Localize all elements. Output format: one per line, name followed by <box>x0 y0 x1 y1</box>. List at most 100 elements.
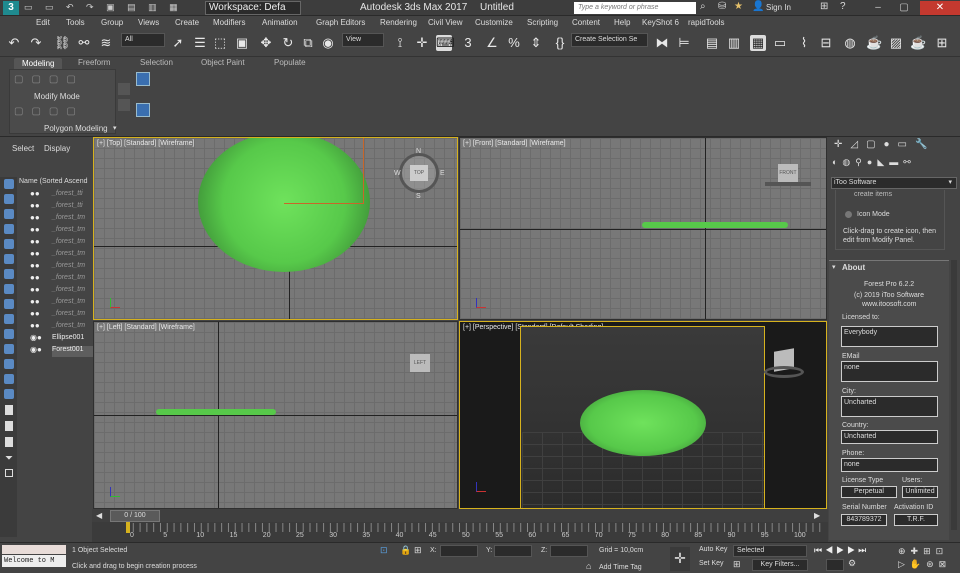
scale-icon[interactable]: ⧉ <box>300 35 316 51</box>
time-config-icon[interactable]: ⚙ <box>848 558 856 569</box>
redo-icon[interactable]: ↷ <box>28 35 44 51</box>
filter-none-icon[interactable] <box>4 374 14 384</box>
undo-icon[interactable]: ↶ <box>6 35 22 51</box>
find-icon[interactable] <box>5 469 13 477</box>
users-field[interactable]: Unlimited <box>902 486 938 498</box>
viewport-front-label[interactable]: [+] [Front] [Standard] [Wireframe] <box>463 140 566 147</box>
isolate-icon[interactable]: ⊡ <box>380 545 388 556</box>
add-key-button[interactable]: ✛ <box>670 547 690 571</box>
time-slider-right-arrow[interactable]: ▶ <box>814 511 824 521</box>
menu-views[interactable]: Views <box>138 18 159 27</box>
modify-mode-icons[interactable]: ▢▢▢▢ <box>14 74 112 88</box>
viewcube-left[interactable]: LEFT <box>410 354 430 372</box>
search-input[interactable]: Type a keyword or phrase <box>574 2 696 14</box>
maxscript-listener[interactable]: Welcome to M <box>2 555 66 567</box>
visibility-icons[interactable]: ●● ●● ●● ●● ●● ●● ●● ●● ●● ●● ●● ●● ◉● ◉● <box>30 188 50 354</box>
align-icon[interactable]: ⊨ <box>676 35 692 51</box>
plugin-dropdown[interactable]: iToo Software ▾ <box>831 177 957 189</box>
viewport-front[interactable]: [+] [Front] [Standard] [Wireframe] FRONT <box>459 137 827 320</box>
modify-mode-icons-row2[interactable]: ▢▢▢▢ <box>14 106 112 120</box>
maxscript-top[interactable] <box>2 545 66 554</box>
toggle-layer-icon[interactable]: ▥ <box>726 35 742 51</box>
menu-customize[interactable]: Customize <box>475 18 513 27</box>
cmdpanel-scrollbar[interactable] <box>951 260 957 530</box>
workspace-dropdown[interactable]: Workspace: Defa <box>205 1 301 15</box>
minimize-button[interactable]: – <box>866 1 890 15</box>
place-icon[interactable]: ◉ <box>320 35 336 51</box>
menu-graph-editors[interactable]: Graph Editors <box>316 18 365 27</box>
city-field[interactable]: Uncharted <box>841 396 938 417</box>
icon-mode-label[interactable]: Icon Mode <box>857 211 890 218</box>
select-by-name-icon[interactable]: ☰ <box>192 35 208 51</box>
unlink-icon[interactable]: ⚯ <box>76 35 92 51</box>
filter-groups-icon[interactable] <box>4 269 14 279</box>
funnel-icon[interactable]: ⏷ <box>5 453 13 464</box>
about-toggle[interactable]: ▾ <box>832 263 836 271</box>
sort-icon[interactable] <box>5 437 13 447</box>
viewport-top-label[interactable]: [+] [Top] [Standard] [Wireframe] <box>97 140 194 147</box>
polygon-modeling-label[interactable]: Polygon Modeling <box>44 124 108 133</box>
y-coordinate-field[interactable] <box>494 545 532 557</box>
sign-in-link[interactable]: Sign In <box>766 3 791 12</box>
key-filters-button[interactable]: Key Filters... <box>752 559 808 571</box>
side-button-top[interactable] <box>136 72 150 86</box>
layer-explorer-icon[interactable]: ▤ <box>704 35 720 51</box>
filter-helpers-icon[interactable] <box>4 239 14 249</box>
chevron-down-icon[interactable]: ▾ <box>113 124 117 132</box>
tab-object-paint[interactable]: Object Paint <box>201 58 245 67</box>
rect-selection-icon[interactable]: ⬚ <box>212 35 228 51</box>
manipulate-icon[interactable]: ✛ <box>414 35 430 51</box>
viewcube-front[interactable]: FRONT <box>778 164 798 182</box>
x-coordinate-field[interactable] <box>440 545 478 557</box>
ribbon-toggle-icon[interactable]: ▭ <box>772 35 788 51</box>
menu-edit[interactable]: Edit <box>36 18 50 27</box>
extra-toolbar-icon[interactable]: ⊞ <box>934 35 950 51</box>
menu-animation[interactable]: Animation <box>262 18 298 27</box>
tab-display[interactable]: Display <box>44 144 70 153</box>
menu-group[interactable]: Group <box>101 18 123 27</box>
curve-editor-icon[interactable]: ⌇ <box>796 35 812 51</box>
menu-tools[interactable]: Tools <box>66 18 85 27</box>
time-slider-left-arrow[interactable]: ◀ <box>96 511 106 521</box>
filter-spacewarps-icon[interactable] <box>4 254 14 264</box>
menu-help[interactable]: Help <box>614 18 630 27</box>
add-time-tag[interactable]: Add Time Tag <box>599 564 642 571</box>
licensed-to-field[interactable]: Everybody <box>841 326 938 347</box>
menu-keyshot[interactable]: KeyShot 6 <box>642 18 679 27</box>
pivot-icon[interactable]: ⟟ <box>392 35 408 51</box>
tab-modeling[interactable]: Modeling <box>14 58 63 69</box>
keyboard-shortcut-icon[interactable]: ⌨ <box>436 35 455 51</box>
close-button[interactable]: ✕ <box>920 1 960 15</box>
filter-bones-icon[interactable] <box>4 299 14 309</box>
tab-freeform[interactable]: Freeform <box>78 58 110 67</box>
rotate-icon[interactable]: ↻ <box>280 35 296 51</box>
select-object-icon[interactable]: ➚ <box>170 35 186 51</box>
icon-mode-radio[interactable] <box>845 211 852 218</box>
time-tag-icon[interactable]: ⌂ <box>586 561 591 571</box>
exchange-icon[interactable]: ⛁ <box>718 1 726 12</box>
side-button-bottom[interactable] <box>136 103 150 117</box>
bind-spacewarp-icon[interactable]: ≋ <box>98 35 114 51</box>
filter-cameras-icon[interactable] <box>4 224 14 234</box>
absolute-mode-icon[interactable]: ⊞ <box>414 545 422 556</box>
tab-populate[interactable]: Populate <box>274 58 306 67</box>
filter-hidden-icon[interactable] <box>4 344 14 354</box>
menu-scripting[interactable]: Scripting <box>527 18 558 27</box>
viewport-nav-controls[interactable]: ⊕✚⊞⊡ ▷✋⊛⊠ <box>898 545 958 573</box>
selection-lock-icon[interactable]: 🔒 <box>400 545 411 556</box>
name-column-header[interactable]: Name (Sorted Ascend <box>19 178 87 185</box>
about-header[interactable]: About <box>842 263 865 272</box>
activation-field[interactable]: T.R.F. <box>894 514 938 526</box>
menu-civil-view[interactable]: Civil View <box>428 18 463 27</box>
set-key-button[interactable]: Set Key <box>696 559 728 571</box>
edit-named-sets-icon[interactable]: {} <box>552 35 568 51</box>
filter-containers-icon[interactable] <box>4 314 14 324</box>
scene-explorer-icon[interactable]: ▦ <box>750 35 766 51</box>
phone-field[interactable]: none <box>841 458 938 472</box>
menu-content[interactable]: Content <box>572 18 600 27</box>
key-mode-dropdown[interactable]: Selected <box>733 545 807 557</box>
serial-field[interactable]: 843789372 <box>841 514 887 526</box>
time-slider[interactable]: ◀ 0 / 100 ▶ <box>92 509 828 523</box>
snap-3d-icon[interactable]: 3 <box>460 35 476 51</box>
user-icon[interactable]: 👤 <box>752 1 764 12</box>
